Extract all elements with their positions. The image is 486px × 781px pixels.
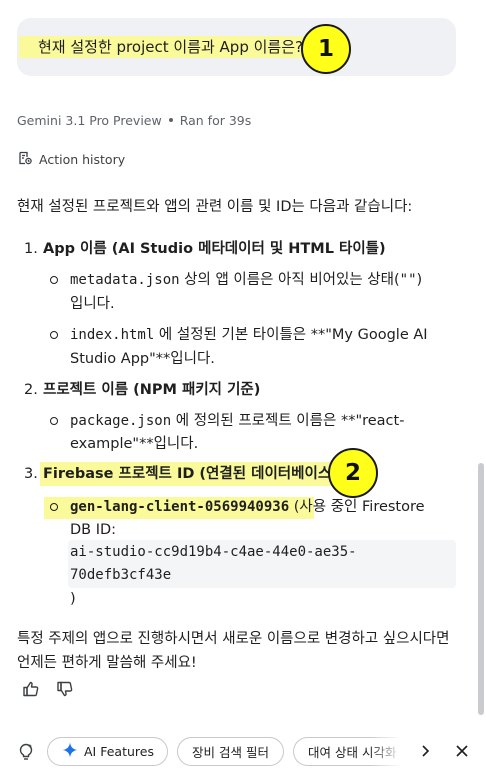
section-1-item-1-cont: 입니다. xyxy=(70,296,115,312)
response-closing: 특정 주제의 앱으로 진행하시면서 새로운 이름으로 변경하고 싶으시다면 언제… xyxy=(17,631,450,671)
section-3-item-1-cont: DB ID: xyxy=(70,522,117,538)
thumbs-down-icon xyxy=(56,680,74,702)
suggestion-bar: AI Features 장비 검색 필터 대여 상태 시각화 xyxy=(0,732,486,772)
bullet-marker xyxy=(50,331,58,339)
db-id-line-1: ai-studio-cc9d19b4-c4ae-44e0-ae35- xyxy=(70,544,357,560)
response-intro: 현재 설정된 프로젝트와 앱의 관련 이름 및 ID는 다음과 같습니다: xyxy=(17,199,413,215)
chip-fade-overlay xyxy=(370,737,415,766)
action-history-button[interactable]: Action history xyxy=(17,150,125,169)
db-id-line-2: 70defb3cf43e xyxy=(70,567,172,583)
user-message-text: 현재 설정한 project 이름과 App 이름은? xyxy=(38,38,303,56)
run-duration: Ran for 39s xyxy=(179,113,252,128)
section-1-item-2: index.html 에 설정된 기본 타이틀은 **"My Google AI xyxy=(70,327,428,343)
action-history-label: Action history xyxy=(39,152,126,167)
close-icon[interactable] xyxy=(454,743,470,763)
chevron-right-icon[interactable] xyxy=(418,743,432,763)
annotation-marker-1: 1 xyxy=(301,24,351,74)
section-1-item-1: metadata.json 상의 앱 이름은 아직 비어있는 상태("") xyxy=(70,272,423,288)
chip-label: 장비 검색 필터 xyxy=(192,745,269,760)
bullet-marker xyxy=(50,417,58,425)
section-2-item-1: package.json 에 정의된 프로젝트 이름은 **"react- xyxy=(70,413,405,429)
response-meta: Gemini 3.1 Pro Preview Ran for 39s xyxy=(17,113,251,128)
history-icon xyxy=(17,150,33,169)
separator-dot xyxy=(168,118,173,122)
bullet-marker xyxy=(50,503,58,511)
db-id-close-paren: ) xyxy=(70,591,76,607)
section-3-heading: 3. Firebase 프로젝트 ID (연결된 데이터베이스 xyxy=(24,466,332,482)
bullet-marker xyxy=(50,276,58,284)
section-1-heading: 1. App 이름 (AI Studio 메타데이터 및 HTML 타이틀) xyxy=(24,241,386,257)
annotation-marker-2: 2 xyxy=(328,448,378,498)
section-1-item-2-cont: Studio App"**입니다. xyxy=(70,351,215,367)
thumbs-up-icon xyxy=(22,680,40,702)
section-2-heading: 2. 프로젝트 이름 (NPM 패키지 기준) xyxy=(24,382,261,398)
chip-equipment-search-filter[interactable]: 장비 검색 필터 xyxy=(177,737,284,766)
chip-label: AI Features xyxy=(84,744,154,759)
scrollbar-thumb[interactable] xyxy=(478,463,484,715)
section-3-item-1: gen-lang-client-0569940936 (사용 중인 Firest… xyxy=(70,499,425,515)
sparkle-icon xyxy=(62,742,78,761)
thumbs-up-button[interactable] xyxy=(17,681,45,701)
chip-ai-features[interactable]: AI Features xyxy=(47,737,168,766)
thumbs-down-button[interactable] xyxy=(51,681,79,701)
model-name: Gemini 3.1 Pro Preview xyxy=(17,113,162,128)
section-2-item-1-cont: example"**입니다. xyxy=(70,436,199,452)
lightbulb-icon[interactable] xyxy=(17,742,35,766)
